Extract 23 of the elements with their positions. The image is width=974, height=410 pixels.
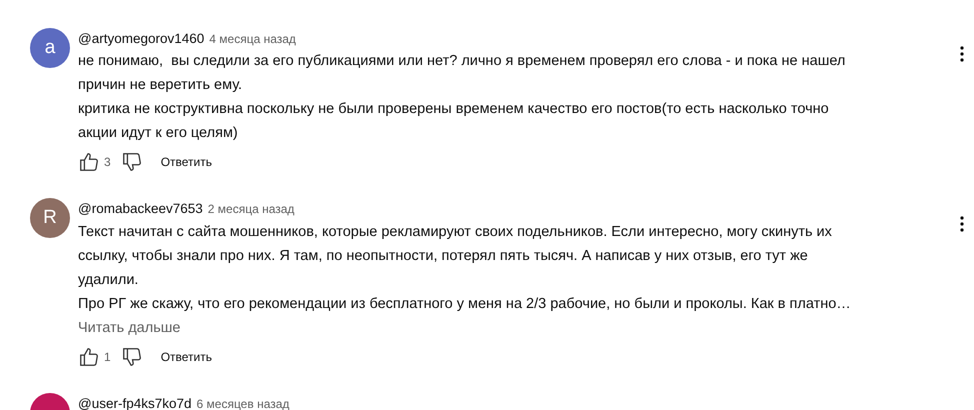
comment-text: не понимаю, вы следили за его публикациями или нет? лично я временем проверял его слова - и пока не нашел причин не веретить ему. bbox=[78, 52, 846, 96]
read-more-link[interactable]: Читать дальше bbox=[78, 316, 180, 340]
thumbs-down-icon[interactable] bbox=[120, 151, 143, 174]
thumbs-up-icon[interactable] bbox=[78, 151, 100, 174]
thumbs-down-icon[interactable] bbox=[120, 346, 143, 368]
timestamp[interactable]: 4 месяца назад bbox=[209, 30, 296, 48]
like-count: 3 bbox=[104, 154, 111, 172]
reply-button[interactable]: Ответить bbox=[160, 348, 212, 366]
timestamp[interactable]: 2 месяца назад bbox=[208, 200, 294, 218]
avatar[interactable]: a bbox=[30, 28, 70, 68]
username[interactable]: @artyomegorov1460 bbox=[78, 29, 204, 50]
like-count: 1 bbox=[104, 348, 111, 366]
username[interactable]: @user-fp4ks7ko7d bbox=[78, 394, 192, 410]
comment-text: Про РГ же скажу, что его рекомендации из бесплатного у меня на 2/3 рабочие, но были и проколы. Как в платно… bbox=[78, 294, 852, 314]
timestamp[interactable]: 6 месяцев назад bbox=[196, 394, 290, 410]
comment-text: Текст начитан с сайта мошенников, которые рекламируют своих подельников. Если интересно, могу скинуть их ссылку, чтобы знали про них. Я там, по неопытности, потерял пять тысяч. А написав у них отзыв, его тут же удалили. bbox=[78, 222, 833, 290]
thumbs-up-icon[interactable] bbox=[78, 346, 100, 368]
more-options-icon[interactable] bbox=[960, 46, 964, 62]
more-options-icon[interactable] bbox=[960, 216, 964, 232]
comment-text: критика не кострyктивна поскольку не были проверены временем качество его постов(то есть насколько точно акции идут к его целям) bbox=[78, 100, 830, 144]
username[interactable]: @romabackeev7653 bbox=[78, 199, 203, 220]
avatar[interactable]: R bbox=[30, 198, 70, 238]
reply-button[interactable]: Ответить bbox=[160, 153, 212, 172]
